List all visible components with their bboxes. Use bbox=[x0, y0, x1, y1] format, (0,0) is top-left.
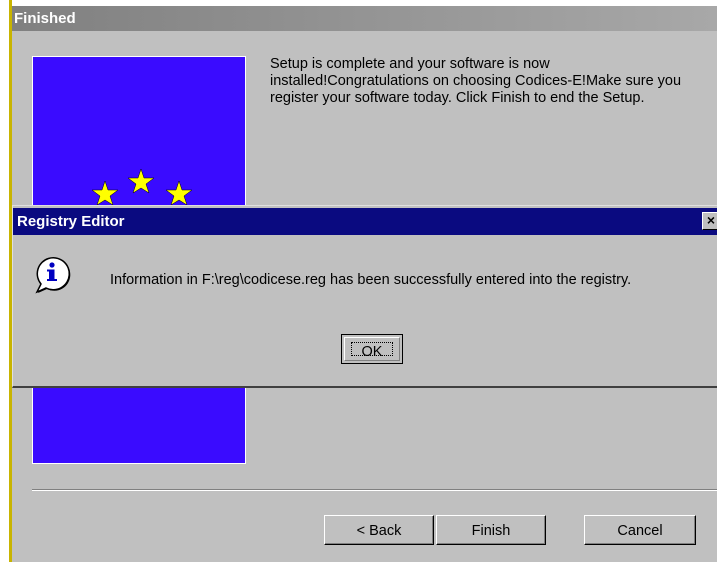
close-button[interactable]: × bbox=[702, 212, 717, 230]
divider bbox=[32, 489, 717, 491]
dialog-message: Information in F:\reg\codicese.reg has b… bbox=[110, 272, 632, 288]
finish-button[interactable]: Finish bbox=[436, 515, 546, 545]
registry-editor-dialog: Registry Editor × Information in F:\reg\… bbox=[12, 205, 717, 388]
wizard-title: Finished bbox=[12, 6, 717, 31]
back-button[interactable]: < Back bbox=[324, 515, 434, 545]
star-left bbox=[91, 180, 119, 206]
wizard-message: Setup is complete and your software is n… bbox=[270, 56, 682, 106]
star-middle bbox=[127, 168, 155, 194]
star-right bbox=[165, 180, 193, 206]
ok-button-bevel: OK bbox=[344, 337, 400, 361]
cancel-button[interactable]: Cancel bbox=[584, 515, 696, 545]
ok-button[interactable]: OK bbox=[341, 334, 403, 364]
background-edge bbox=[0, 0, 12, 562]
dialog-title: Registry Editor bbox=[13, 208, 717, 235]
information-icon bbox=[35, 257, 71, 294]
ok-button-label: OK bbox=[351, 342, 393, 360]
